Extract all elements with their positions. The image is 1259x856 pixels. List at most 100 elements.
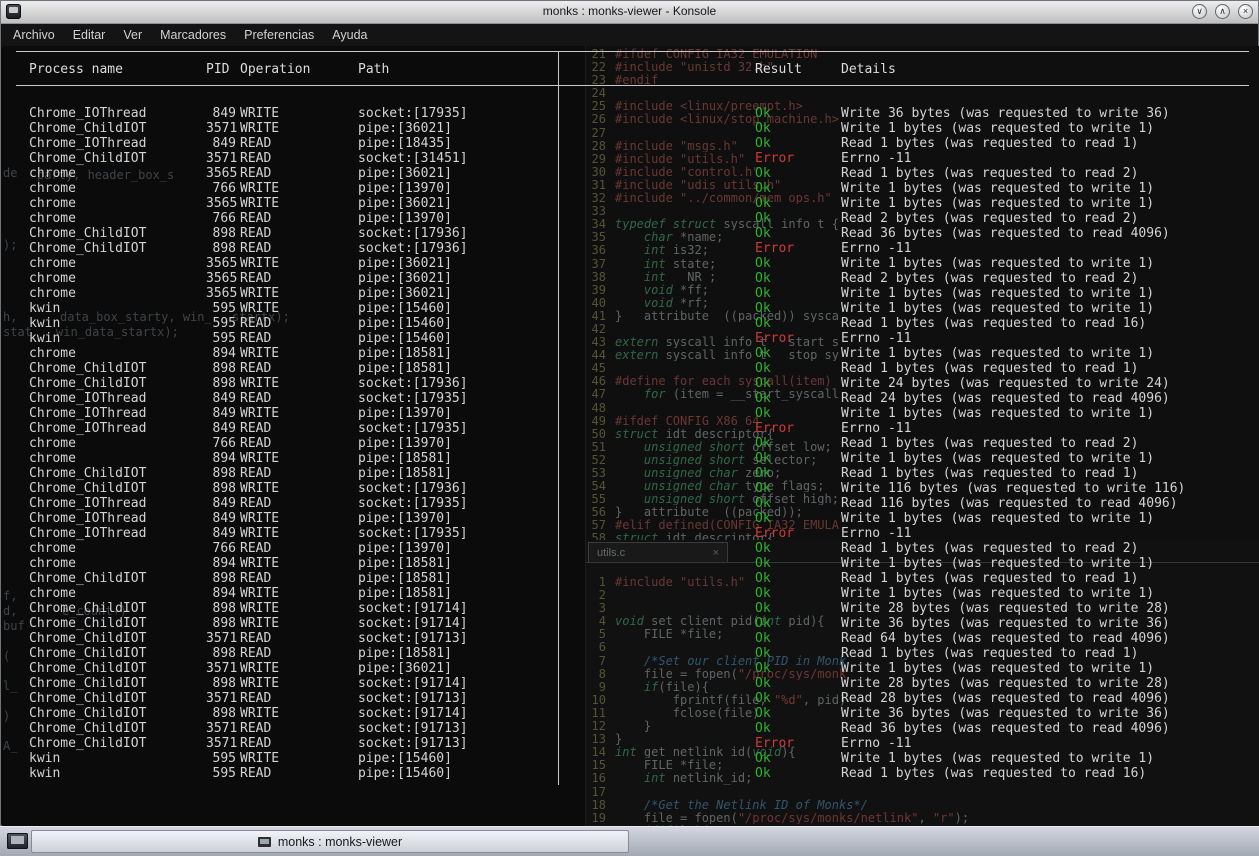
cell-pid: 849 (212, 421, 236, 436)
table-row: Chrome_IOThread 849 READ socket:[17935] Ok Re… (29, 391, 1255, 406)
cell-path: pipe:[18581] (358, 646, 452, 661)
cell-result: Ok (755, 496, 771, 511)
cell-result: Ok (755, 121, 771, 136)
cell-op: READ (240, 691, 272, 706)
cell-pid: 3571 (206, 151, 238, 166)
cell-op: WRITE (240, 616, 280, 631)
cell-path: pipe:[36021] (358, 121, 452, 136)
cell-details: Errno -11 (841, 421, 912, 436)
cell-op: WRITE (240, 556, 280, 571)
cell-path: pipe:[13970] (358, 436, 452, 451)
cell-path: pipe:[13970] (358, 406, 452, 421)
cell-pid: 3571 (206, 736, 238, 751)
cell-details: Write 36 bytes (was requested to write 3… (841, 706, 1170, 721)
cell-result: Ok (755, 676, 771, 691)
cell-pid: 898 (212, 601, 236, 616)
cell-pid: 898 (212, 706, 236, 721)
cell-pid: 3565 (206, 256, 238, 271)
cell-path: pipe:[13970] (358, 181, 452, 196)
cell-result: Ok (755, 556, 771, 571)
table-row: Chrome_IOThread 849 WRITE socket:[17935] Ok W… (29, 106, 1255, 121)
show-desktop-icon[interactable] (7, 833, 28, 849)
cell-op: WRITE (240, 601, 280, 616)
table-row: chrome 894 WRITE pipe:[18581] Ok Write 1 byte… (29, 346, 1255, 361)
cell-op: READ (240, 736, 272, 751)
cell-path: pipe:[18581] (358, 586, 452, 601)
cell-pid: 595 (212, 316, 236, 331)
menu-item-ver[interactable]: Ver (114, 28, 151, 42)
table-row: chrome 894 WRITE pipe:[18581] Ok Write 1 byte… (29, 586, 1255, 601)
shade-button[interactable]: ∨ (1192, 4, 1207, 19)
cell-pid: 898 (212, 676, 236, 691)
table-row: chrome 894 WRITE pipe:[18581] Ok Write 1 byte… (29, 451, 1255, 466)
table-row: kwin 595 READ pipe:[15460] Ok Read 1 bytes (w… (29, 766, 1255, 781)
cell-op: WRITE (240, 586, 280, 601)
table-row: kwin 595 READ pipe:[15460] Ok Read 1 bytes (w… (29, 316, 1255, 331)
cell-result: Ok (755, 316, 771, 331)
table-row: Chrome_ChildIOT 3571 READ socket:[91713] Ok R… (29, 691, 1255, 706)
cell-details: Write 28 bytes (was requested to write 2… (841, 601, 1170, 616)
cell-process: Chrome_IOThread (29, 511, 147, 526)
menu-item-preferencias[interactable]: Preferencias (235, 28, 323, 42)
table-row: chrome 3565 READ pipe:[36021] Ok Read 1 bytes… (29, 166, 1255, 181)
menu-item-archivo[interactable]: Archivo (4, 28, 64, 42)
cell-pid: 849 (212, 511, 236, 526)
column-header-process: Process name (29, 62, 123, 77)
cell-result: Ok (755, 616, 771, 631)
cell-result: Ok (755, 166, 771, 181)
cell-result: Ok (755, 646, 771, 661)
cell-path: pipe:[18581] (358, 346, 452, 361)
cell-op: READ (240, 331, 272, 346)
cell-pid: 894 (212, 451, 236, 466)
cell-details: Write 24 bytes (was requested to write 2… (841, 376, 1170, 391)
table-row: Chrome_ChildIOT 898 WRITE socket:[91714] Ok W… (29, 706, 1255, 721)
cell-path: pipe:[36021] (358, 661, 452, 676)
cell-result: Error (755, 736, 795, 751)
cell-path: pipe:[13970] (358, 541, 452, 556)
cell-op: READ (240, 166, 272, 181)
cell-pid: 894 (212, 346, 236, 361)
cell-result: Ok (755, 256, 771, 271)
cell-op: WRITE (240, 676, 280, 691)
cell-result: Ok (755, 451, 771, 466)
cell-details: Write 1 bytes (was requested to write 1) (841, 286, 1155, 301)
cell-result: Ok (755, 376, 771, 391)
cell-path: pipe:[15460] (358, 751, 452, 766)
menu-item-ayuda[interactable]: Ayuda (323, 28, 376, 42)
menu-item-editar[interactable]: Editar (64, 28, 115, 42)
title-bar[interactable]: monks : monks-viewer - Konsole ∨ ∧ × (1, 1, 1258, 24)
cell-pid: 766 (212, 436, 236, 451)
column-header-result: Result (755, 62, 802, 77)
table-row: Chrome_ChildIOT 3571 WRITE pipe:[36021] Ok Wr… (29, 121, 1255, 136)
cell-process: chrome (29, 211, 76, 226)
table-body: Chrome_IOThread 849 WRITE socket:[17935] Ok W… (29, 106, 1255, 781)
cell-process: kwin (29, 751, 61, 766)
maximize-button[interactable]: ∧ (1215, 4, 1230, 19)
cell-path: pipe:[15460] (358, 766, 452, 781)
menu-bar: Archivo Editar Ver Marcadores Preferencias Ay… (1, 24, 1258, 46)
close-button[interactable]: × (1238, 4, 1253, 19)
cell-op: READ (240, 571, 272, 586)
cell-result: Ok (755, 541, 771, 556)
cell-process: Chrome_ChildIOT (29, 616, 147, 631)
cell-op: READ (240, 361, 272, 376)
menu-item-marcadores[interactable]: Marcadores (151, 28, 235, 42)
terminal-viewport[interactable]: 21 #ifdef CONFIG_IA32_EMULATION 22 #include… (2, 46, 1259, 826)
cell-details: Read 28 bytes (was requested to read 409… (841, 691, 1170, 706)
cell-path: socket:[91714] (358, 706, 468, 721)
cell-details: Errno -11 (841, 526, 912, 541)
table-row: chrome 766 READ pipe:[13970] Ok Read 1 bytes … (29, 541, 1255, 556)
cell-details: Read 1 bytes (was requested to read 16) (841, 316, 1147, 331)
cell-details: Errno -11 (841, 151, 912, 166)
cell-op: WRITE (240, 196, 280, 211)
cell-result: Error (755, 421, 795, 436)
cell-details: Read 116 bytes (was requested to read 40… (841, 496, 1178, 511)
cell-pid: 766 (212, 211, 236, 226)
cell-result: Ok (755, 721, 771, 736)
cell-process: Chrome_IOThread (29, 406, 147, 421)
cell-op: WRITE (240, 526, 280, 541)
taskbar-task-monks-viewer[interactable]: monks : monks-viewer (31, 830, 629, 853)
cell-details: Read 1 bytes (was requested to read 1) (841, 466, 1139, 481)
cell-details: Write 1 bytes (was requested to write 1) (841, 586, 1155, 601)
cell-pid: 766 (212, 541, 236, 556)
